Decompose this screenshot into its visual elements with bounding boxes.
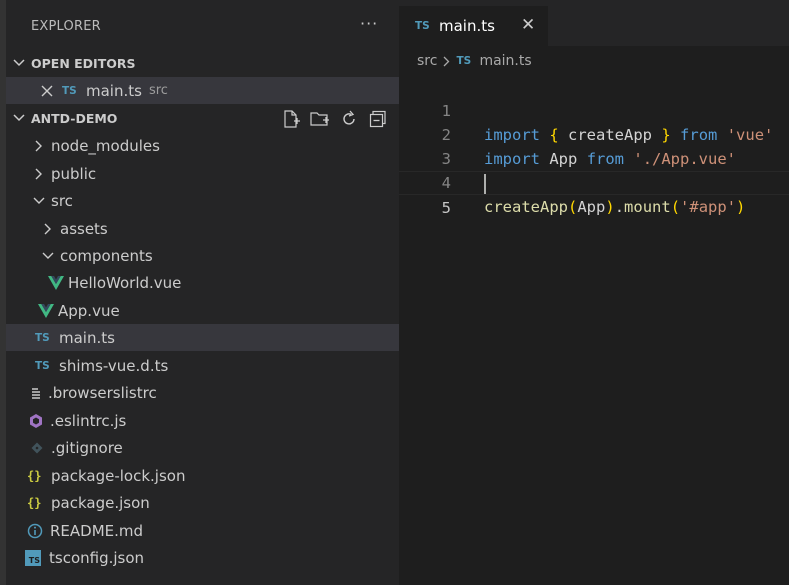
chevron-down-icon (6, 114, 31, 122)
tree-file-package-json[interactable]: {} package.json (6, 489, 399, 516)
explorer-sidebar: EXPLORER ··· OPEN EDITORS TS main.ts src… (0, 0, 399, 585)
tab-bar: TS main.ts ✕ (399, 0, 789, 46)
chevron-right-icon (40, 221, 56, 237)
vue-icon (38, 303, 54, 319)
tree-item-label: App.vue (58, 301, 120, 320)
tab-title: main.ts (439, 17, 495, 35)
tree-item-label: shims-vue.d.ts (59, 356, 169, 375)
project-title: ANTD-DEMO (31, 110, 118, 126)
tree-item-label: README.md (50, 521, 144, 540)
tsconfig-icon: TS (25, 549, 41, 566)
tree-file-shims-vue[interactable]: TS shims-vue.d.ts (6, 352, 399, 379)
code-token: ( (568, 198, 578, 216)
open-editor-folder: src (148, 83, 168, 98)
typescript-file-icon: TS (62, 84, 77, 97)
new-file-icon[interactable] (281, 110, 301, 128)
tree-folder-assets[interactable]: assets (6, 215, 399, 242)
chevron-down-icon (40, 248, 56, 264)
more-actions-icon[interactable]: ··· (360, 14, 378, 33)
tree-item-label: package.json (51, 493, 150, 512)
tree-folder-components[interactable]: components (6, 242, 399, 269)
chevron-right-icon (31, 138, 47, 154)
collapse-all-icon[interactable] (368, 110, 388, 128)
code-line[interactable]: 4 createApp(App).mount('#app') (399, 147, 789, 216)
close-icon[interactable]: ✕ (521, 15, 535, 35)
typescript-file-icon: TS (35, 359, 50, 372)
tree-item-label: public (51, 164, 97, 183)
config-file-icon (28, 385, 44, 401)
chevron-right-icon (443, 56, 450, 67)
tab-main-ts[interactable]: TS main.ts ✕ (399, 6, 548, 46)
tree-folder-node-modules[interactable]: node_modules (6, 132, 399, 159)
typescript-file-icon: TS (415, 20, 430, 32)
explorer-actions (281, 110, 388, 128)
tree-file-readme[interactable]: README.md (6, 517, 399, 544)
open-editors-title: OPEN EDITORS (31, 55, 136, 71)
tree-item-label: HelloWorld.vue (68, 273, 182, 292)
refresh-icon[interactable] (339, 110, 359, 128)
eslint-icon (26, 413, 46, 429)
chevron-down-icon (6, 59, 31, 67)
open-editor-label: main.ts (86, 81, 142, 100)
open-editors-section-header[interactable]: OPEN EDITORS (6, 51, 399, 75)
tree-item-label: components (60, 246, 153, 265)
tree-item-label: package-lock.json (51, 466, 186, 485)
code-token: mount (624, 198, 671, 216)
code-editor[interactable]: 1 import { createApp } from 'vue' 2 impo… (399, 75, 789, 217)
tree-item-label: src (51, 191, 73, 210)
code-token: ) (605, 198, 615, 216)
tree-file-tsconfig[interactable]: TS tsconfig.json (6, 544, 399, 571)
typescript-file-icon: TS (456, 55, 472, 67)
code-token: . (614, 198, 625, 216)
git-icon (27, 440, 47, 456)
chevron-right-icon (31, 166, 47, 182)
tree-folder-public[interactable]: public (6, 160, 399, 187)
code-line[interactable]: 3 (399, 123, 789, 168)
tree-file-main-ts[interactable]: TS main.ts (6, 324, 399, 351)
code-token: ( (670, 198, 681, 216)
tree-item-label: tsconfig.json (49, 548, 145, 567)
tree-file-package-lock-json[interactable]: {} package-lock.json (6, 462, 399, 489)
code-line[interactable]: 2 import App from './App.vue' (399, 99, 789, 168)
tree-file-eslintrc[interactable]: .eslintrc.js (6, 407, 399, 434)
tree-file-gitignore[interactable]: .gitignore (6, 434, 399, 461)
close-icon[interactable] (39, 83, 55, 99)
tree-folder-src[interactable]: src (6, 187, 399, 214)
code-token: ) (736, 198, 746, 216)
line-number: 5 (441, 199, 451, 217)
tree-file-app-vue[interactable]: App.vue (6, 297, 399, 324)
tree-item-label: node_modules (51, 136, 160, 155)
open-editor-item-main-ts[interactable]: TS main.ts src (6, 77, 399, 104)
info-icon (24, 523, 46, 539)
chevron-down-icon (31, 193, 47, 209)
tree-item-label: .eslintrc.js (50, 411, 127, 430)
new-folder-icon[interactable] (310, 110, 330, 128)
tree-item-label: assets (60, 219, 108, 238)
json-file-icon: {} (27, 495, 42, 510)
editor-area: TS main.ts ✕ src TS main.ts 1 import { c… (399, 0, 789, 585)
text-cursor (484, 174, 486, 194)
tree-item-label: .gitignore (51, 438, 123, 457)
typescript-file-icon: TS (35, 331, 50, 344)
breadcrumb: src TS main.ts (417, 53, 532, 69)
vue-icon (48, 275, 64, 291)
breadcrumb-folder[interactable]: src (417, 53, 437, 69)
tree-item-label: .browserslistrc (48, 383, 157, 402)
tree-item-label: main.ts (59, 328, 115, 347)
explorer-title: EXPLORER (31, 19, 101, 34)
tree-file-helloworld-vue[interactable]: HelloWorld.vue (6, 269, 399, 296)
code-token: App (577, 198, 606, 216)
tree-file-browserslistrc[interactable]: .browserslistrc (6, 379, 399, 406)
json-file-icon: {} (27, 468, 42, 483)
code-line-current[interactable]: 5 (399, 171, 789, 217)
code-token: createApp (484, 198, 568, 216)
code-token: '#app' (680, 198, 737, 216)
code-line[interactable]: 1 import { createApp } from 'vue' (399, 75, 789, 144)
breadcrumb-file[interactable]: main.ts (479, 53, 531, 69)
